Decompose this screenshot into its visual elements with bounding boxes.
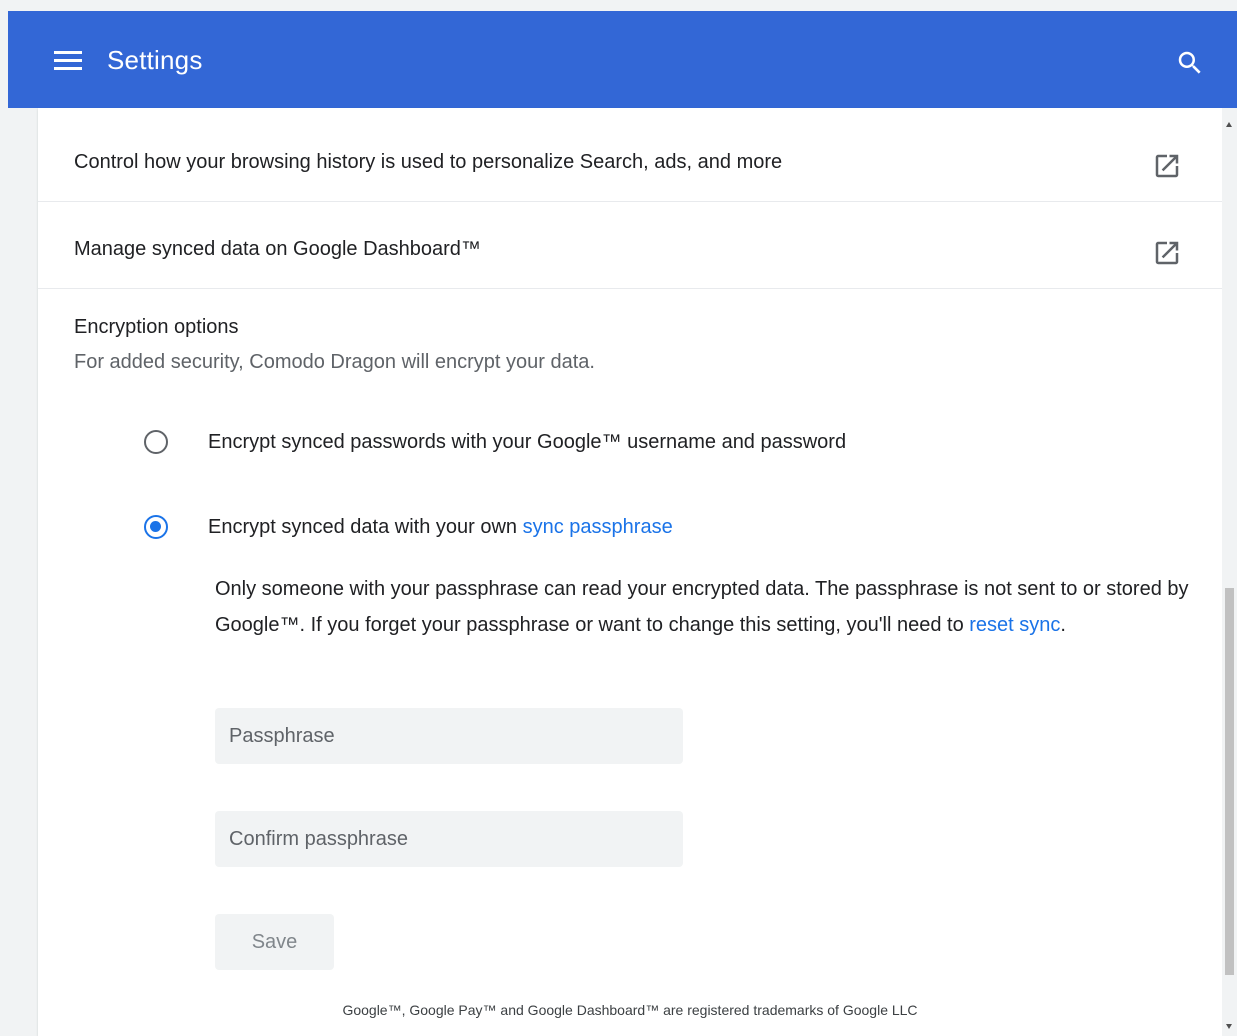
vertical-scrollbar[interactable] [1222, 108, 1237, 1036]
scrollbar-thumb[interactable] [1225, 588, 1234, 975]
app-header: Settings [8, 11, 1237, 108]
encrypt-with-passphrase-option[interactable]: Encrypt synced data with your own sync p… [138, 509, 1038, 549]
sync-settings-card: Control how your browsing history is use… [38, 108, 1222, 1036]
encrypt-with-passphrase-label: Encrypt synced data with your own sync p… [208, 516, 673, 539]
browsing-history-link-row[interactable]: Control how your browsing history is use… [38, 115, 1222, 202]
sync-passphrase-link[interactable]: sync passphrase [523, 516, 673, 538]
encryption-options-title: Encryption options [74, 316, 239, 338]
open-in-new-icon [1155, 154, 1179, 178]
open-in-new-icon [1155, 241, 1179, 265]
scroll-up-arrow-icon[interactable] [1226, 122, 1232, 127]
passphrase-description-end: . [1060, 613, 1066, 636]
browsing-history-link-label: Control how your browsing history is use… [74, 151, 783, 173]
passphrase-input[interactable] [215, 708, 683, 764]
encrypt-with-passphrase-radio[interactable] [144, 515, 168, 539]
scroll-down-arrow-icon[interactable] [1226, 1024, 1232, 1029]
page-title: Settings [107, 45, 203, 75]
encryption-options-subtitle: For added security, Comodo Dragon will e… [74, 351, 595, 373]
reset-sync-link[interactable]: reset sync [969, 614, 1060, 636]
google-dashboard-link-label: Manage synced data on Google Dashboard™ [74, 238, 481, 260]
encrypt-passwords-label: Encrypt synced passwords with your Googl… [208, 431, 847, 453]
encrypt-with-passphrase-text: Encrypt synced data with your own [208, 516, 523, 538]
encrypt-passwords-option[interactable]: Encrypt synced passwords with your Googl… [138, 424, 1038, 464]
search-icon[interactable] [1175, 48, 1205, 78]
confirm-passphrase-input[interactable] [215, 811, 683, 867]
passphrase-description: Only someone with your passphrase can re… [215, 572, 1195, 643]
encrypt-passwords-radio[interactable] [144, 430, 168, 454]
page-margin [0, 108, 8, 1036]
trademark-footer: Google™, Google Pay™ and Google Dashboar… [342, 1002, 918, 1018]
hamburger-menu-icon[interactable] [54, 51, 82, 73]
save-button[interactable]: Save [215, 914, 334, 970]
google-dashboard-link-row[interactable]: Manage synced data on Google Dashboard™ [38, 202, 1222, 289]
